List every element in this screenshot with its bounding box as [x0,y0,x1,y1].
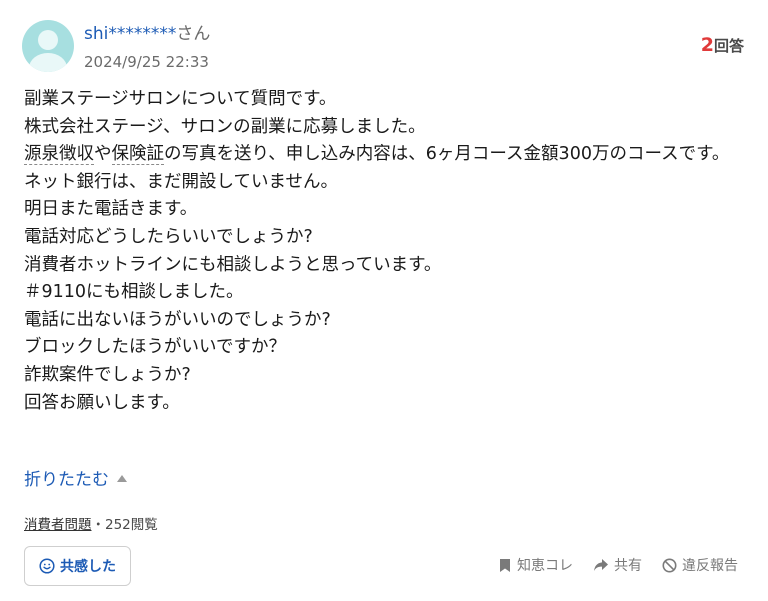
answer-count-number: 2 [700,34,714,56]
share-arrow-icon [594,559,608,571]
question-line: ブロックしたほうがいいですか？ [24,337,286,358]
user-avatar [22,20,74,72]
answer-count[interactable]: 2回答 [701,34,744,57]
share-label[interactable]: 共有 [614,555,642,575]
smile-icon [39,558,55,574]
report-button[interactable]: 違反報告 [662,555,738,575]
user-name-suffix: さん [176,24,211,44]
answer-count-label: 回答 [713,37,744,55]
question-line: 株式会社ステージ、サロンの副業に応募しました。 [24,116,426,137]
category-link[interactable]: 消費者問題 [24,517,92,533]
action-bar: 知恵コレ 共有 違反報告 [478,555,738,575]
avatar-body [29,53,67,72]
user-name[interactable]: shi********さん [84,23,210,45]
question-line: 副業ステージサロンについて質問です。 [24,89,337,109]
question-meta: 消費者問題・252閲覧 [24,515,158,535]
question-body: 副業ステージサロンについて質問です。 株式会社ステージ、サロンの副業に応募しまし… [24,86,746,417]
collapse-label[interactable]: 折りたたむ [24,470,109,490]
sympathy-button[interactable]: 共感した [24,546,131,586]
prohibited-icon [662,558,677,572]
question-line: ＃9110にも相談しました。 [24,282,244,303]
keyword-link[interactable]: 保険証 [111,144,164,166]
question-text: の写真を送り、申し込み内容は、6ヶ月コース金額300万のコースです。 [164,144,730,165]
question-line: 消費者ホットラインにも相談しようと思っています。 [24,254,442,275]
question-line: 詐欺案件でしょうか? [24,364,191,385]
sympathy-label[interactable]: 共感した [60,556,116,576]
meta-separator: ・ [91,517,106,533]
chiebukuro-label[interactable]: 知恵コレ [517,555,573,575]
chiebukuro-button[interactable]: 知恵コレ [498,555,573,575]
question-line: ネット銀行は、まだ開設していません。 [24,171,338,192]
post-date: 2024/9/25 22:33 [84,53,209,71]
triangle-up-icon[interactable] [117,474,127,482]
question-line: 回答お願いします。 [24,392,180,413]
question-text: や [94,144,112,165]
question-line: 源泉徴収や保険証の写真を送り、申し込み内容は、6ヶ月コース金額300万のコースで… [24,141,746,169]
question-line: 電話対応どうしたらいいでしょうか? [24,226,313,247]
view-count: 252閲覧 [105,517,158,533]
question-line: 電話に出ないほうがいいのでしょうか? [24,309,331,330]
user-name-text[interactable]: shi******** [84,24,176,44]
bookmark-icon [500,558,510,572]
collapse-toggle[interactable]: 折りたたむ [24,468,127,492]
avatar-head [38,30,58,50]
keyword-link[interactable]: 源泉徴収 [24,144,94,166]
share-button[interactable]: 共有 [593,555,642,575]
report-label[interactable]: 違反報告 [682,555,738,575]
question-line: 明日また電話きます。 [24,199,198,220]
